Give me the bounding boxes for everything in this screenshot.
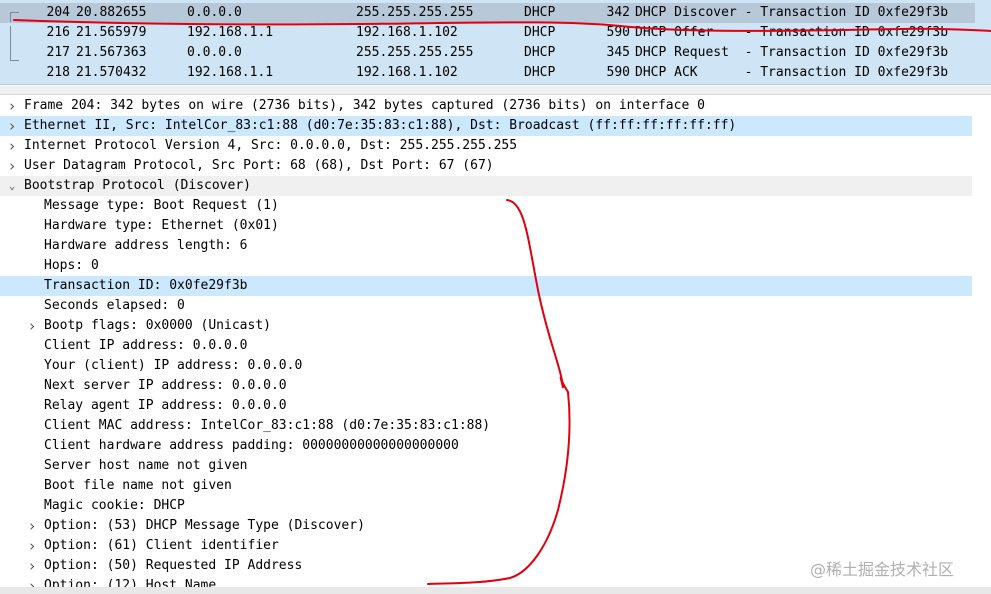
chevron-right-icon[interactable]: › bbox=[6, 96, 18, 116]
tree-item-label: Bootp flags: 0x0000 (Unicast) bbox=[44, 318, 271, 333]
packet-row[interactable]: 217 21.567363 0.0.0.0 255.255.255.255 DHCP 34… bbox=[0, 43, 975, 63]
packet-cell-time: 21.567363 bbox=[76, 45, 147, 60]
packet-cell-info: DHCP Request - Transaction ID 0xfe29f3b bbox=[635, 45, 949, 60]
tree-item[interactable]: Hops: 0 bbox=[0, 256, 972, 276]
chevron-right-icon[interactable]: › bbox=[26, 536, 38, 556]
tree-item-label: User Datagram Protocol, Src Port: 68 (68… bbox=[24, 158, 494, 173]
tree-item-label: Relay agent IP address: 0.0.0.0 bbox=[44, 398, 287, 413]
packet-cell-dst: 255.255.255.255 bbox=[356, 5, 474, 20]
chevron-right-icon[interactable]: › bbox=[6, 136, 18, 156]
packet-cell-no: 217 bbox=[46, 45, 70, 60]
packet-cell-time: 21.565979 bbox=[76, 25, 147, 40]
tree-item-label: Client hardware address padding: 0000000… bbox=[44, 438, 459, 453]
packet-cell-no: 216 bbox=[46, 25, 70, 40]
chevron-right-icon[interactable]: › bbox=[26, 576, 38, 587]
tree-item[interactable]: › Bootp flags: 0x0000 (Unicast) bbox=[0, 316, 972, 336]
tree-item[interactable]: Server host name not given bbox=[0, 456, 972, 476]
packet-cell-src: 0.0.0.0 bbox=[187, 5, 242, 20]
tree-item[interactable]: › Option: (61) Client identifier bbox=[0, 536, 972, 556]
tree-item[interactable]: Magic cookie: DHCP bbox=[0, 496, 972, 516]
tree-item[interactable]: Boot file name not given bbox=[0, 476, 972, 496]
tree-item-label: Ethernet II, Src: IntelCor_83:c1:88 (d0:… bbox=[24, 118, 737, 133]
chevron-right-icon[interactable]: › bbox=[26, 516, 38, 536]
tree-item-label: Next server IP address: 0.0.0.0 bbox=[44, 378, 287, 393]
packet-cell-len: 590 bbox=[606, 65, 630, 80]
tree-item[interactable]: Client hardware address padding: 0000000… bbox=[0, 436, 972, 456]
chevron-right-icon[interactable]: › bbox=[26, 556, 38, 576]
watermark: @稀土掘金技术社区 bbox=[810, 560, 955, 579]
packet-cell-src: 0.0.0.0 bbox=[187, 45, 242, 60]
tree-item-label: Hardware type: Ethernet (0x01) bbox=[44, 218, 279, 233]
chevron-right-icon[interactable]: › bbox=[6, 156, 18, 176]
tree-item-label: Option: (61) Client identifier bbox=[44, 538, 279, 553]
tree-item-label: Your (client) IP address: 0.0.0.0 bbox=[44, 358, 303, 373]
packet-cell-src: 192.168.1.1 bbox=[187, 65, 274, 80]
packet-cell-time: 20.882655 bbox=[76, 5, 147, 20]
chevron-down-icon[interactable]: ⌄ bbox=[6, 176, 18, 196]
tree-item-label: Option: (53) DHCP Message Type (Discover… bbox=[44, 518, 365, 533]
packet-cell-info: DHCP Discover - Transaction ID 0xfe29f3b bbox=[635, 5, 949, 20]
tree-item[interactable]: › Internet Protocol Version 4, Src: 0.0.0… bbox=[0, 136, 972, 156]
tree-item-label: Hardware address length: 6 bbox=[44, 238, 248, 253]
packet-row[interactable]: 216 21.565979 192.168.1.1 192.168.1.102 DHCP… bbox=[0, 23, 975, 43]
conversation-start-marker bbox=[10, 12, 19, 22]
tree-item-label: Option: (12) Host Name bbox=[44, 578, 217, 587]
tree-item[interactable]: › User Datagram Protocol, Src Port: 68 (6… bbox=[0, 156, 972, 176]
tree-item-label: Transaction ID: 0x0fe29f3b bbox=[44, 278, 248, 293]
packet-cell-len: 590 bbox=[606, 25, 630, 40]
tree-item[interactable]: Hardware type: Ethernet (0x01) bbox=[0, 216, 972, 236]
tree-item[interactable]: Transaction ID: 0x0fe29f3b bbox=[0, 276, 972, 296]
vertical-scrollbar[interactable] bbox=[973, 95, 991, 587]
packet-row[interactable]: 204 20.882655 0.0.0.0 255.255.255.255 DHCP 34… bbox=[0, 3, 975, 23]
tree-item-label: Hops: 0 bbox=[44, 258, 99, 273]
packet-list[interactable]: 204 20.882655 0.0.0.0 255.255.255.255 DHCP 34… bbox=[0, 0, 991, 85]
tree-item-label: Client IP address: 0.0.0.0 bbox=[44, 338, 248, 353]
packet-cell-len: 345 bbox=[606, 45, 630, 60]
packet-cell-dst: 255.255.255.255 bbox=[356, 45, 474, 60]
horizontal-scrollbar[interactable] bbox=[0, 587, 991, 594]
tree-item-label: Seconds elapsed: 0 bbox=[44, 298, 185, 313]
tree-item[interactable]: › Ethernet II, Src: IntelCor_83:c1:88 (d0… bbox=[0, 116, 972, 136]
tree-item-label: Boot file name not given bbox=[44, 478, 232, 493]
tree-item[interactable]: Hardware address length: 6 bbox=[0, 236, 972, 256]
packet-cell-proto: DHCP bbox=[524, 45, 556, 60]
chevron-right-icon[interactable]: › bbox=[26, 316, 38, 336]
packet-cell-dst: 192.168.1.102 bbox=[356, 25, 458, 40]
packet-details-tree[interactable]: › Frame 204: 342 bytes on wire (2736 bits… bbox=[0, 95, 972, 587]
packet-cell-len: 342 bbox=[606, 5, 630, 20]
pane-divider[interactable] bbox=[0, 86, 991, 95]
tree-item-label: Server host name not given bbox=[44, 458, 248, 473]
packet-row[interactable]: 218 21.570432 192.168.1.1 192.168.1.102 DHCP… bbox=[0, 63, 975, 83]
tree-item[interactable]: Next server IP address: 0.0.0.0 bbox=[0, 376, 972, 396]
packet-cell-src: 192.168.1.1 bbox=[187, 25, 274, 40]
tree-item-label: Option: (50) Requested IP Address bbox=[44, 558, 303, 573]
packet-cell-info: DHCP ACK - Transaction ID 0xfe29f3b bbox=[635, 65, 949, 80]
tree-item[interactable]: Relay agent IP address: 0.0.0.0 bbox=[0, 396, 972, 416]
chevron-right-icon[interactable]: › bbox=[6, 116, 18, 136]
tree-item-label: Magic cookie: DHCP bbox=[44, 498, 185, 513]
packet-cell-info: DHCP Offer - Transaction ID 0xfe29f3b bbox=[635, 25, 949, 40]
tree-item-label: Internet Protocol Version 4, Src: 0.0.0.… bbox=[24, 138, 518, 153]
tree-item[interactable]: ⌄ Bootstrap Protocol (Discover) bbox=[0, 176, 972, 196]
packet-cell-proto: DHCP bbox=[524, 65, 556, 80]
packet-cell-no: 204 bbox=[46, 5, 70, 20]
tree-item-label: Client MAC address: IntelCor_83:c1:88 (d… bbox=[44, 418, 491, 433]
tree-item[interactable]: › Option: (53) DHCP Message Type (Discove… bbox=[0, 516, 972, 536]
conversation-end-marker bbox=[10, 52, 19, 61]
tree-item[interactable]: › Frame 204: 342 bytes on wire (2736 bits… bbox=[0, 96, 972, 116]
conversation-line-marker bbox=[10, 26, 19, 52]
tree-item[interactable]: Message type: Boot Request (1) bbox=[0, 196, 972, 216]
packet-cell-time: 21.570432 bbox=[76, 65, 147, 80]
tree-item[interactable]: Seconds elapsed: 0 bbox=[0, 296, 972, 316]
packet-cell-no: 218 bbox=[46, 65, 70, 80]
tree-item[interactable]: Client IP address: 0.0.0.0 bbox=[0, 336, 972, 356]
packet-cell-proto: DHCP bbox=[524, 25, 556, 40]
tree-item[interactable]: Client MAC address: IntelCor_83:c1:88 (d… bbox=[0, 416, 972, 436]
tree-item-label: Frame 204: 342 bytes on wire (2736 bits)… bbox=[24, 98, 705, 113]
packet-cell-proto: DHCP bbox=[524, 5, 556, 20]
packet-cell-dst: 192.168.1.102 bbox=[356, 65, 458, 80]
tree-item-label: Bootstrap Protocol (Discover) bbox=[24, 178, 251, 193]
tree-item[interactable]: Your (client) IP address: 0.0.0.0 bbox=[0, 356, 972, 376]
tree-item-label: Message type: Boot Request (1) bbox=[44, 198, 279, 213]
